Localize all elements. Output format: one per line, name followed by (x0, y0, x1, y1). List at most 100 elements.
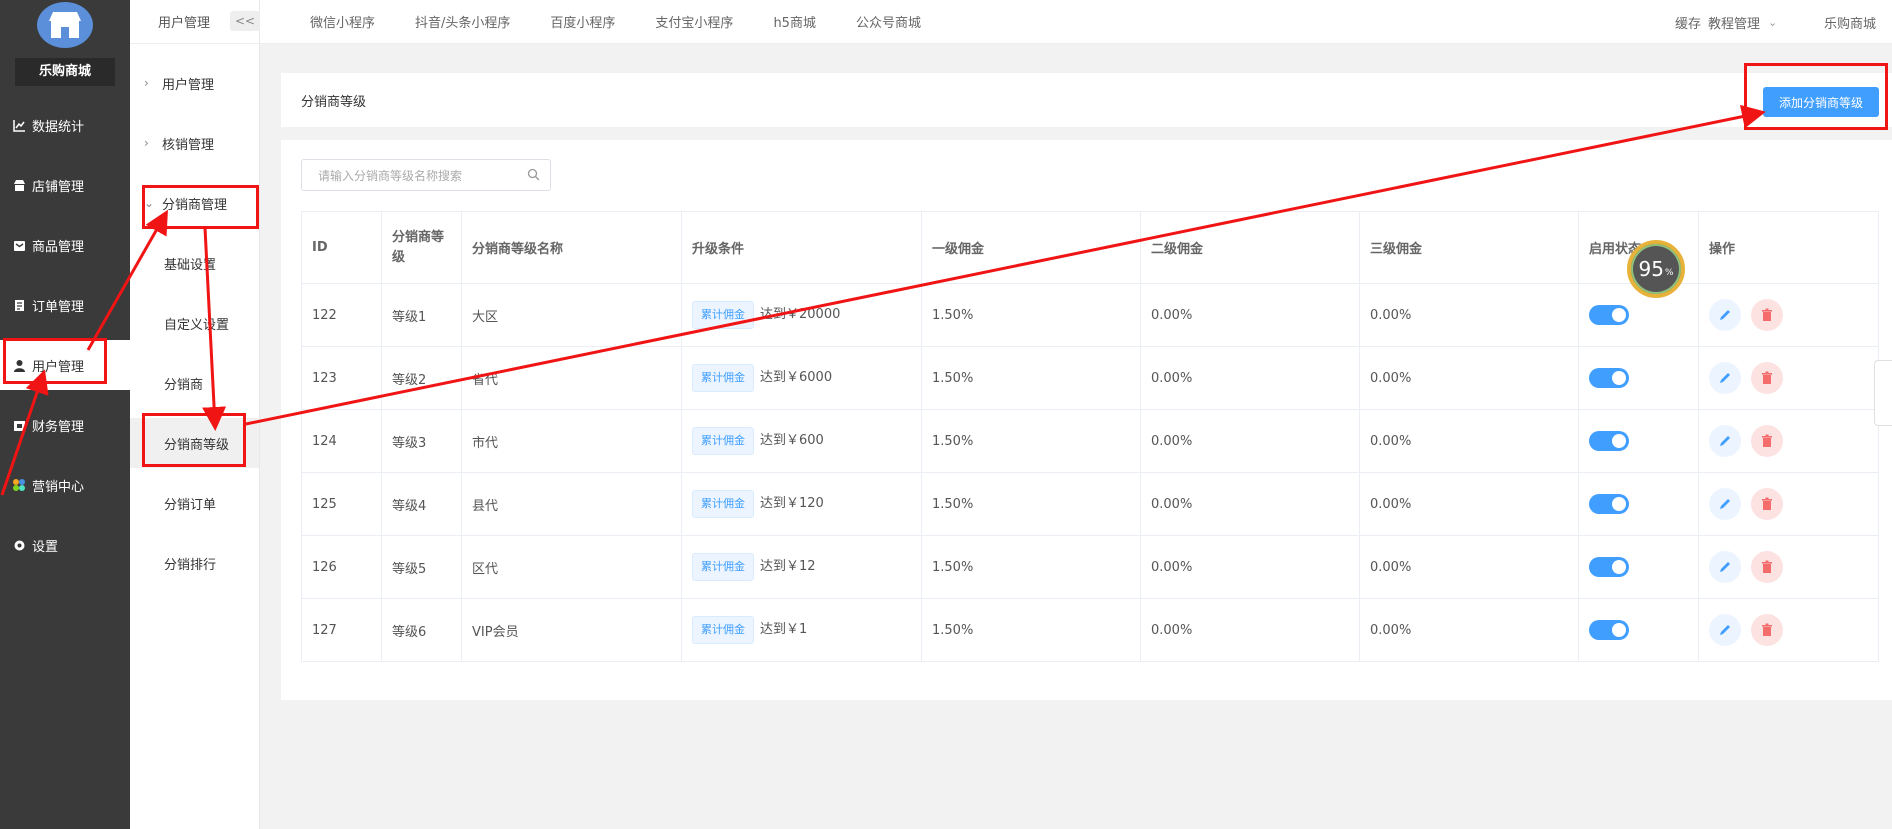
edit-button[interactable] (1709, 299, 1741, 331)
cell-commission-1: 1.50% (921, 598, 1141, 662)
col-level-name: 分销商等级名称 (461, 211, 682, 284)
condition-tag: 累计佣金 (692, 490, 754, 518)
tutorial-menu[interactable]: 教程管理 ⌄ (1708, 0, 1777, 44)
cell-id: 122 (301, 283, 382, 347)
goods-icon (12, 238, 26, 252)
trash-icon (1762, 560, 1772, 573)
sidebar-item-store[interactable]: 店铺管理 (0, 160, 130, 210)
shop-menu[interactable]: 乐购商城 (1824, 0, 1876, 44)
order-icon (12, 298, 26, 312)
cell-status (1578, 346, 1699, 410)
tab-official-account[interactable]: 公众号商城 (856, 12, 921, 31)
collapse-button[interactable]: << (230, 11, 260, 31)
cell-level: 等级1 (381, 283, 462, 347)
cell-actions (1698, 472, 1879, 536)
delete-button[interactable] (1751, 425, 1783, 457)
sidebar-item-label: 店铺管理 (32, 179, 85, 195)
sidebar-item-orders[interactable]: 订单管理 (0, 280, 130, 330)
condition-value: 达到￥120 (760, 496, 824, 511)
cell-commission-2: 0.00% (1140, 409, 1360, 473)
subnav-item-distribution-ranking[interactable]: 分销排行 (130, 538, 259, 588)
subnav-item-distribution-orders[interactable]: 分销订单 (130, 478, 259, 528)
tab-h5[interactable]: h5商城 (773, 12, 816, 31)
delete-button[interactable] (1751, 551, 1783, 583)
col-commission-3: 三级佣金 (1359, 211, 1579, 284)
cell-status (1578, 409, 1699, 473)
tab-wechat[interactable]: 微信小程序 (310, 12, 375, 31)
condition-tag: 累计佣金 (692, 427, 754, 455)
status-toggle[interactable] (1589, 305, 1629, 325)
subnav-item-basic-settings[interactable]: 基础设置 (130, 238, 259, 288)
sidebar-item-goods[interactable]: 商品管理 (0, 220, 130, 270)
sidebar-item-label: 数据统计 (32, 119, 85, 135)
annotation-box-add-button (1744, 63, 1888, 130)
tab-baidu[interactable]: 百度小程序 (550, 12, 615, 31)
sidebar-item-finance[interactable]: 财务管理 (0, 400, 130, 450)
subnav-item-label: 分销商 (164, 377, 204, 393)
tab-douyin[interactable]: 抖音/头条小程序 (415, 12, 510, 31)
subnav-item-custom-settings[interactable]: 自定义设置 (130, 298, 259, 348)
delete-button[interactable] (1751, 362, 1783, 394)
subnav-item-user-manage[interactable]: › 用户管理 (130, 58, 259, 108)
cell-condition: 累计佣金 达到￥120 (681, 472, 922, 536)
sidebar-item-settings[interactable]: 设置 (0, 520, 130, 570)
delete-button[interactable] (1751, 299, 1783, 331)
cell-commission-3: 0.00% (1359, 283, 1579, 347)
sidebar-item-label: 财务管理 (32, 419, 85, 435)
cell-actions (1698, 535, 1879, 599)
level-list-card: 请输入分销商等级名称搜索 ID 分销商等级 分销商等级名称 升级条件 一级佣金 … (281, 140, 1892, 700)
store-icon (12, 178, 26, 192)
cell-condition: 累计佣金 达到￥12 (681, 535, 922, 599)
status-toggle[interactable] (1589, 368, 1629, 388)
edit-button[interactable] (1709, 614, 1741, 646)
delete-button[interactable] (1751, 614, 1783, 646)
table-row: 126 等级5 区代 累计佣金 达到￥12 1.50% 0.00% 0.00% (301, 535, 1879, 599)
subnav-item-verify[interactable]: › 核销管理 (130, 118, 259, 168)
pencil-icon (1720, 562, 1730, 572)
search-icon[interactable] (527, 168, 540, 184)
cell-commission-2: 0.00% (1140, 472, 1360, 536)
subnav-item-label: 核销管理 (162, 137, 215, 153)
cell-name: 市代 (461, 409, 682, 473)
sidebar-item-label: 订单管理 (32, 299, 85, 315)
trash-icon (1762, 434, 1772, 447)
cell-commission-1: 1.50% (921, 472, 1141, 536)
edit-button[interactable] (1709, 362, 1741, 394)
annotation-box-distributor-manage (142, 185, 259, 229)
sidebar-item-marketing[interactable]: 营销中心 (0, 460, 130, 510)
cell-condition: 累计佣金 达到￥1 (681, 598, 922, 662)
search-input[interactable]: 请输入分销商等级名称搜索 (301, 159, 551, 191)
status-toggle[interactable] (1589, 431, 1629, 451)
col-level: 分销商等级 (381, 211, 462, 284)
subnav-item-distributors[interactable]: 分销商 (130, 358, 259, 408)
condition-tag: 累计佣金 (692, 301, 754, 329)
condition-value: 达到￥1 (760, 622, 808, 637)
side-float-tab[interactable] (1874, 360, 1892, 426)
status-toggle[interactable] (1589, 620, 1629, 640)
delete-button[interactable] (1751, 488, 1783, 520)
subnav-item-label: 自定义设置 (164, 317, 230, 333)
edit-button[interactable] (1709, 551, 1741, 583)
top-bar: 微信小程序 抖音/头条小程序 百度小程序 支付宝小程序 h5商城 公众号商城 缓… (260, 0, 1892, 44)
subnav-item-label: 基础设置 (164, 257, 217, 273)
marketing-icon (12, 478, 26, 492)
sidebar-item-stats[interactable]: 数据统计 (0, 100, 130, 150)
sidebar-item-label: 商品管理 (32, 239, 85, 255)
condition-value: 达到￥20000 (760, 307, 841, 322)
cell-commission-3: 0.00% (1359, 535, 1579, 599)
cell-name: 县代 (461, 472, 682, 536)
shop-name: 乐购商城 (15, 58, 115, 86)
cache-link[interactable]: 缓存 (1675, 0, 1701, 44)
cell-status (1578, 598, 1699, 662)
tab-alipay[interactable]: 支付宝小程序 (655, 12, 733, 31)
status-toggle[interactable] (1589, 494, 1629, 514)
edit-button[interactable] (1709, 488, 1741, 520)
sidebar-item-label: 设置 (32, 539, 59, 555)
pencil-icon (1720, 499, 1730, 509)
finance-icon (12, 418, 26, 432)
status-toggle[interactable] (1589, 557, 1629, 577)
edit-button[interactable] (1709, 425, 1741, 457)
chevron-right-icon: › (144, 136, 149, 150)
annotation-box-users (3, 338, 107, 384)
col-commission-2: 二级佣金 (1140, 211, 1360, 284)
